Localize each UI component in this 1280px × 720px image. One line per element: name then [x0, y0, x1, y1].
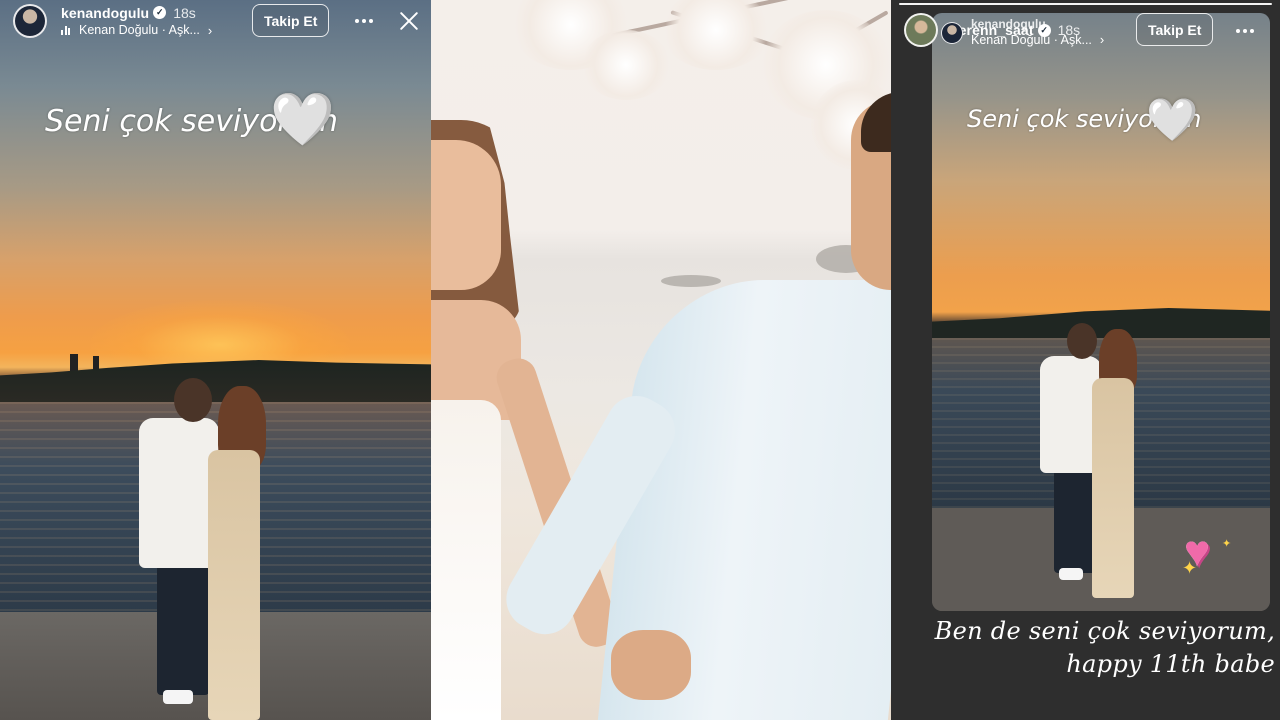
reshared-username[interactable]: kenandogulu	[971, 18, 1104, 30]
left-story-panel[interactable]: kenandogulu ✓ 18s Kenan Doğulu · Aşk... …	[0, 0, 431, 720]
more-options-icon[interactable]	[355, 19, 373, 23]
shoreline-hills	[0, 360, 431, 404]
music-attribution[interactable]: Kenan Doğulu · Aşk... ›	[61, 23, 212, 38]
caption-line-2: happy 11th babe	[1066, 650, 1275, 678]
shoreline-hills	[932, 308, 1270, 342]
story-time: 18s	[173, 4, 196, 21]
chevron-right-icon: ›	[207, 22, 213, 38]
chevron-right-icon: ›	[1099, 32, 1105, 47]
verified-badge-icon: ✓	[153, 6, 167, 19]
right-story-panel[interactable]: Seni çok seviyorum 🤍 ♥ ✦ ✦ berenn_saat ✓…	[891, 0, 1280, 720]
bride-dress	[431, 400, 501, 720]
story-progress-bar	[899, 3, 1272, 5]
tower-silhouette	[70, 354, 78, 372]
music-attribution[interactable]: Kenan Doğulu · Aşk... ›	[971, 32, 1104, 47]
music-bars-icon	[61, 25, 73, 35]
follow-button[interactable]: Takip Et	[1136, 13, 1214, 46]
reshared-avatar[interactable]	[941, 21, 963, 44]
story-header: kenandogulu ✓ 18s Kenan Doğulu · Aşk... …	[13, 4, 212, 38]
white-heart-icon: 🤍	[1146, 96, 1199, 143]
avatar[interactable]	[13, 4, 47, 38]
white-heart-icon: 🤍	[270, 91, 335, 149]
music-label: Kenan Doğulu · Aşk...	[79, 23, 200, 37]
sparkle-icon: ✦	[1182, 558, 1198, 578]
close-icon[interactable]	[398, 10, 420, 32]
reshared-header: kenandogulu Kenan Doğulu · Aşk... ›	[941, 18, 1104, 47]
caption-line-1: Ben de seni çok seviyorum,	[934, 617, 1275, 645]
wedding-photo-panel	[431, 0, 891, 720]
avatar[interactable]	[904, 13, 938, 47]
holding-hands	[611, 630, 691, 700]
more-options-icon[interactable]	[1236, 29, 1254, 33]
sparkle-icon: ✦	[1222, 538, 1232, 550]
follow-button[interactable]: Takip Et	[252, 4, 330, 37]
music-label: Kenan Doğulu · Aşk...	[971, 32, 1092, 47]
username[interactable]: kenandogulu	[61, 5, 149, 21]
reshared-story-card[interactable]: Seni çok seviyorum 🤍 ♥ ✦ ✦	[932, 13, 1270, 611]
